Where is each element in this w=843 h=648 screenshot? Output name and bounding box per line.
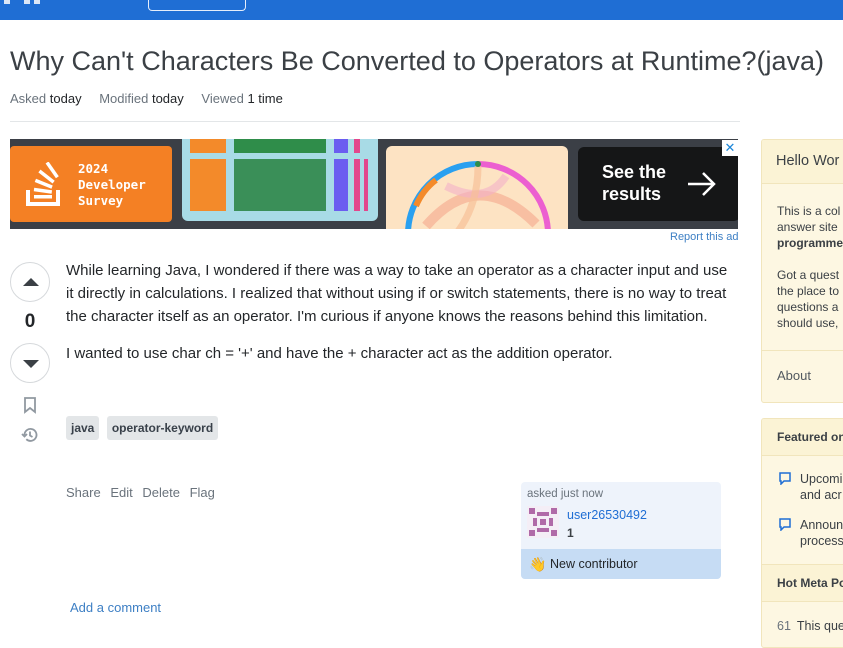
flag-link[interactable]: Flag — [190, 485, 215, 500]
hot-meta-item[interactable]: 61 This que — [777, 619, 843, 633]
tag-list: java operator-keyword — [66, 416, 221, 440]
top-bar — [0, 0, 843, 20]
welcome-text-line: questions a — [777, 300, 839, 314]
welcome-text-line: the place to — [777, 284, 840, 298]
hot-meta-title: Hot Meta Po — [777, 576, 843, 590]
viewed-label: Viewed — [201, 91, 244, 106]
speech-bubble-icon — [779, 472, 791, 485]
post-actions: Share Edit Delete Flag — [66, 485, 221, 500]
edit-link[interactable]: Edit — [110, 485, 132, 500]
asked-value: today — [49, 91, 82, 106]
treemap-graphic — [182, 139, 378, 221]
upvote-button[interactable] — [10, 262, 50, 302]
new-contributor-badge[interactable]: 👋 New contributor — [521, 549, 721, 579]
title-divider — [10, 121, 740, 122]
see-results-label: See the results — [602, 162, 667, 204]
site-logo[interactable] — [0, 0, 40, 6]
upvote-arrow-icon — [23, 278, 39, 286]
body-paragraph: While learning Java, I wondered if there… — [66, 262, 728, 325]
downvote-button[interactable] — [10, 343, 50, 383]
hot-meta-text: This que — [796, 619, 843, 633]
welcome-divider — [762, 350, 843, 351]
welcome-header: Hello Wor — [762, 140, 843, 184]
question-meta: Asked today Modified today Viewed 1 time — [10, 91, 297, 106]
report-ad-link[interactable]: Report this ad — [670, 231, 738, 243]
question-body: While learning Java, I wondered if there… — [66, 259, 728, 379]
close-ad-icon[interactable]: ✕ — [722, 140, 738, 156]
modified-value[interactable]: today — [152, 91, 184, 106]
bookmark-icon[interactable] — [21, 396, 39, 414]
welcome-title: Hello Wor — [776, 153, 840, 169]
body-paragraph: I wanted to use char ch = '+' and have t… — [66, 345, 613, 362]
featured-item-line: and acr — [800, 488, 842, 502]
username-link[interactable]: user26530492 — [567, 508, 647, 522]
stack-overflow-logo-icon — [26, 162, 60, 206]
featured-sidebar-widget: Featured on Upcomi and acr Announ proces… — [761, 418, 843, 648]
asked-label: Asked — [10, 91, 47, 106]
featured-item-line: Announ — [800, 518, 843, 532]
featured-title: Featured on — [777, 430, 843, 444]
add-comment-link[interactable]: Add a comment — [70, 600, 161, 615]
waving-hand-icon: 👋 — [529, 556, 547, 572]
share-link[interactable]: Share — [66, 485, 101, 500]
featured-header: Featured on — [762, 419, 843, 456]
asked-time: asked just now — [527, 488, 604, 500]
featured-item-line: process — [800, 534, 843, 548]
welcome-text-line: programme — [777, 236, 843, 250]
welcome-text-line: should use, — [777, 316, 839, 330]
downvote-arrow-icon — [23, 360, 39, 368]
survey-text: 2024 Developer Survey — [78, 161, 146, 208]
history-icon[interactable] — [21, 426, 39, 444]
tag-java[interactable]: java — [66, 416, 100, 440]
about-link[interactable]: About — [777, 368, 811, 383]
new-contributor-label: New contributor — [550, 557, 638, 571]
question-title[interactable]: Why Can't Characters Be Converted to Ope… — [10, 46, 824, 77]
hot-meta-header: Hot Meta Po — [762, 564, 843, 602]
reputation-score: 1 — [567, 526, 574, 540]
arrow-right-icon — [688, 172, 716, 196]
owner-card: asked just now user26530492 1 👋 New cont… — [521, 482, 721, 579]
hot-meta-count: 61 — [777, 619, 791, 633]
see-results-button[interactable]: See the results — [578, 147, 738, 221]
welcome-sidebar-widget: Hello Wor This is a col answer site prog… — [761, 139, 843, 403]
welcome-text-line: answer site — [777, 220, 838, 234]
tag-operator-keyword[interactable]: operator-keyword — [106, 416, 219, 440]
chord-graphic — [386, 146, 568, 229]
survey-panel: 2024 Developer Survey — [10, 146, 172, 222]
modified-label: Modified — [99, 91, 149, 106]
welcome-text-line: Got a quest — [777, 268, 840, 282]
top-bar-button[interactable] — [148, 0, 246, 11]
welcome-text-line: This is a col — [777, 204, 841, 218]
viewed-value: 1 time — [247, 91, 283, 106]
avatar[interactable] — [527, 506, 559, 538]
banner-ad[interactable]: 2024 Developer Survey See the results ✕ — [10, 139, 738, 229]
vote-count: 0 — [24, 311, 36, 332]
featured-item-line: Upcomi — [800, 472, 843, 486]
delete-link[interactable]: Delete — [142, 485, 180, 500]
speech-bubble-icon — [779, 518, 791, 531]
